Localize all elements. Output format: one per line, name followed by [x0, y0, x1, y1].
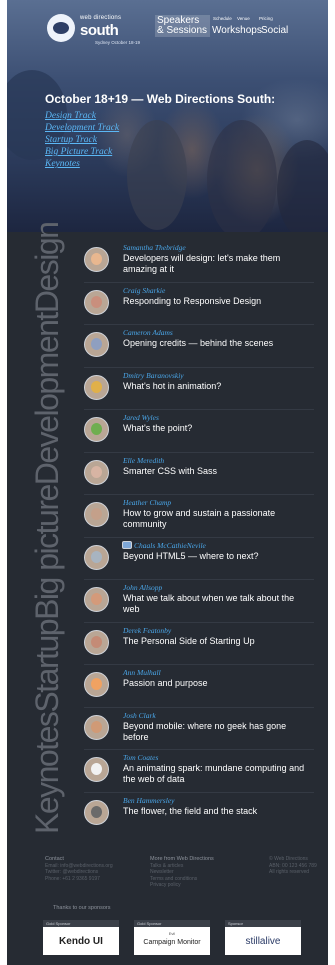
- talk-title[interactable]: Opening credits — behind the scenes: [123, 338, 313, 349]
- talk-item[interactable]: Ann Mulhall Passion and purpose: [84, 665, 314, 708]
- speaker-avatar: [84, 672, 109, 697]
- sponsor-name: Kendo UI: [59, 936, 103, 947]
- track-link-big-picture[interactable]: Big Picture Track: [45, 146, 119, 158]
- logo-mark: [47, 14, 75, 42]
- site-logo[interactable]: web directions south Sydney October 18-1…: [47, 12, 147, 46]
- speaker-avatar: [84, 544, 109, 570]
- talk-item[interactable]: Elle Meredith Smarter CSS with Sass: [84, 453, 314, 495]
- speaker-avatar: [84, 757, 109, 782]
- talk-title[interactable]: Passion and purpose: [123, 678, 313, 689]
- speaker-avatar: [84, 289, 109, 315]
- footer-more-heading: More from Web Directions: [150, 856, 214, 862]
- talk-item[interactable]: Dmitry Baranovskiy What's hot in animatio…: [84, 368, 314, 410]
- speaker-avatar: [84, 587, 109, 612]
- speaker-avatar: [84, 799, 109, 825]
- talk-item[interactable]: Derek Featonby The Personal Side of Start…: [84, 623, 314, 665]
- sponsor-campaign-monitor[interactable]: Gold Sponsor Evil Campaign Monitor: [134, 920, 210, 955]
- nav-workshops[interactable]: Workshops: [212, 26, 262, 36]
- talk-item[interactable]: Ben Hammersley The flower, the field and …: [84, 793, 314, 836]
- sponsor-tier: Gold Sponsor: [43, 920, 119, 927]
- speaker-avatar: [84, 714, 109, 740]
- sponsors-heading: Thanks to our sponsors: [53, 905, 111, 911]
- hero-title: October 18+19 — Web Directions South:: [45, 92, 276, 106]
- speaker-name[interactable]: Ben Hammersley: [123, 796, 174, 805]
- talk-title[interactable]: The Personal Side of Starting Up: [123, 636, 313, 647]
- page: web directions south Sydney October 18-1…: [7, 0, 328, 965]
- talk-title[interactable]: What's hot in animation?: [123, 381, 313, 392]
- speaker-avatar: [84, 629, 109, 655]
- sponsor-name: Campaign Monitor: [143, 939, 201, 946]
- talk-item[interactable]: Heather Champ How to grow and sustain a p…: [84, 495, 314, 538]
- nav-venue[interactable]: Venue: [237, 16, 250, 21]
- track-link-keynotes[interactable]: Keynotes: [45, 158, 119, 170]
- talk-title[interactable]: An animating spark: mundane computing an…: [123, 763, 313, 785]
- track-link-design[interactable]: Design Track: [45, 110, 119, 122]
- track-link-development[interactable]: Development Track: [45, 122, 119, 134]
- speaker-avatar: [84, 247, 109, 272]
- talk-item[interactable]: Samantha Thebridge Developers will design…: [84, 240, 314, 283]
- footer: Contact Email: info@webdirections.org Tw…: [7, 848, 328, 965]
- speaker-avatar: [84, 332, 109, 357]
- speaker-name[interactable]: Samantha Thebridge: [123, 243, 186, 252]
- talk-title[interactable]: What's the point?: [123, 423, 313, 434]
- nav-social[interactable]: Social: [261, 26, 288, 36]
- speaker-name[interactable]: Cameron Adams: [123, 328, 173, 337]
- talk-title[interactable]: The flower, the field and the stack: [123, 806, 313, 817]
- talk-item[interactable]: John Allsopp What we talk about when we t…: [84, 580, 314, 623]
- talk-item[interactable]: Craig Sharkie Responding to Responsive De…: [84, 283, 314, 325]
- talk-list: Samantha Thebridge Developers will design…: [84, 240, 314, 835]
- sponsor-tier: Sponsor: [225, 920, 301, 927]
- flag-icon: [122, 540, 132, 549]
- footer-contact: Contact Email: info@webdirections.org Tw…: [45, 856, 113, 882]
- speaker-name[interactable]: Derek Featonby: [123, 626, 171, 635]
- speaker-avatar: [84, 374, 109, 400]
- footer-legal-line: All rights reserved: [269, 869, 310, 875]
- speaker-name[interactable]: Heather Champ: [123, 498, 171, 507]
- talk-item[interactable]: Josh Clark Beyond mobile: where no geek h…: [84, 708, 314, 750]
- main-nav: Speakers & Sessions Schedule Venue Prici…: [155, 15, 325, 39]
- talk-item[interactable]: Chaals McCathieNevile Beyond HTML5 — wher…: [84, 538, 314, 580]
- speaker-name[interactable]: Josh Clark: [123, 711, 156, 720]
- talk-title[interactable]: How to grow and sustain a passionate com…: [123, 508, 313, 530]
- hero-banner: web directions south Sydney October 18-1…: [7, 0, 328, 232]
- speaker-name[interactable]: Craig Sharkie: [123, 286, 165, 295]
- vertical-track-title: KeynotesStartupBig pictureDevelopmentDes…: [29, 222, 65, 834]
- sponsor-subtext: Evil: [168, 931, 176, 936]
- sponsor-kendo-ui[interactable]: Gold Sponsor Kendo UI: [43, 920, 119, 955]
- logo-big-text: south: [80, 22, 119, 39]
- speaker-avatar: [84, 502, 109, 527]
- speaker-name[interactable]: Tom Coates: [123, 753, 158, 762]
- sponsor-stillalive[interactable]: Sponsor stillalive: [225, 920, 301, 955]
- speaker-name[interactable]: Elle Meredith: [123, 456, 164, 465]
- talk-item[interactable]: Cameron Adams Opening credits — behind th…: [84, 325, 314, 368]
- nav-pricing[interactable]: Pricing: [259, 16, 273, 21]
- speaker-name[interactable]: John Allsopp: [123, 583, 162, 592]
- talk-title[interactable]: Responding to Responsive Design: [123, 296, 313, 307]
- speaker-name[interactable]: Chaals McCathieNevile: [134, 541, 206, 550]
- speaker-name[interactable]: Ann Mulhall: [123, 668, 161, 677]
- nav-speakers-sessions[interactable]: Speakers & Sessions: [155, 15, 210, 37]
- talk-title[interactable]: What we talk about when we talk about th…: [123, 593, 313, 615]
- talk-title[interactable]: Smarter CSS with Sass: [123, 466, 313, 477]
- speaker-avatar: [84, 417, 109, 442]
- logo-small-text: web directions: [80, 15, 122, 21]
- speaker-avatar: [84, 459, 109, 485]
- sponsor-name: stillalive: [245, 936, 281, 947]
- talk-title[interactable]: Developers will design: let's make them …: [123, 253, 313, 275]
- nav-schedule[interactable]: Schedule: [213, 16, 232, 21]
- talk-title[interactable]: Beyond mobile: where no geek has gone be…: [123, 721, 313, 743]
- footer-more: More from Web Directions Talks & article…: [150, 856, 214, 889]
- talk-item[interactable]: Jared Wyles What's the point?: [84, 410, 314, 453]
- logo-date: Sydney October 18-19: [95, 40, 141, 45]
- footer-legal: © Web Directions ABN: 00 123 456 789 All…: [269, 856, 317, 876]
- speaker-name[interactable]: Jared Wyles: [123, 413, 159, 422]
- track-link-startup[interactable]: Startup Track: [45, 134, 119, 146]
- speaker-name[interactable]: Dmitry Baranovskiy: [123, 371, 184, 380]
- talk-item[interactable]: Tom Coates An animating spark: mundane co…: [84, 750, 314, 793]
- sponsor-tier: Gold Sponsor: [134, 920, 210, 927]
- talk-title[interactable]: Beyond HTML5 — where to next?: [123, 551, 313, 562]
- footer-contact-line: Phone: +61 2 9365 9197: [45, 875, 100, 882]
- track-links: Design Track Development Track Startup T…: [45, 110, 119, 170]
- footer-link[interactable]: Privacy policy: [150, 882, 214, 889]
